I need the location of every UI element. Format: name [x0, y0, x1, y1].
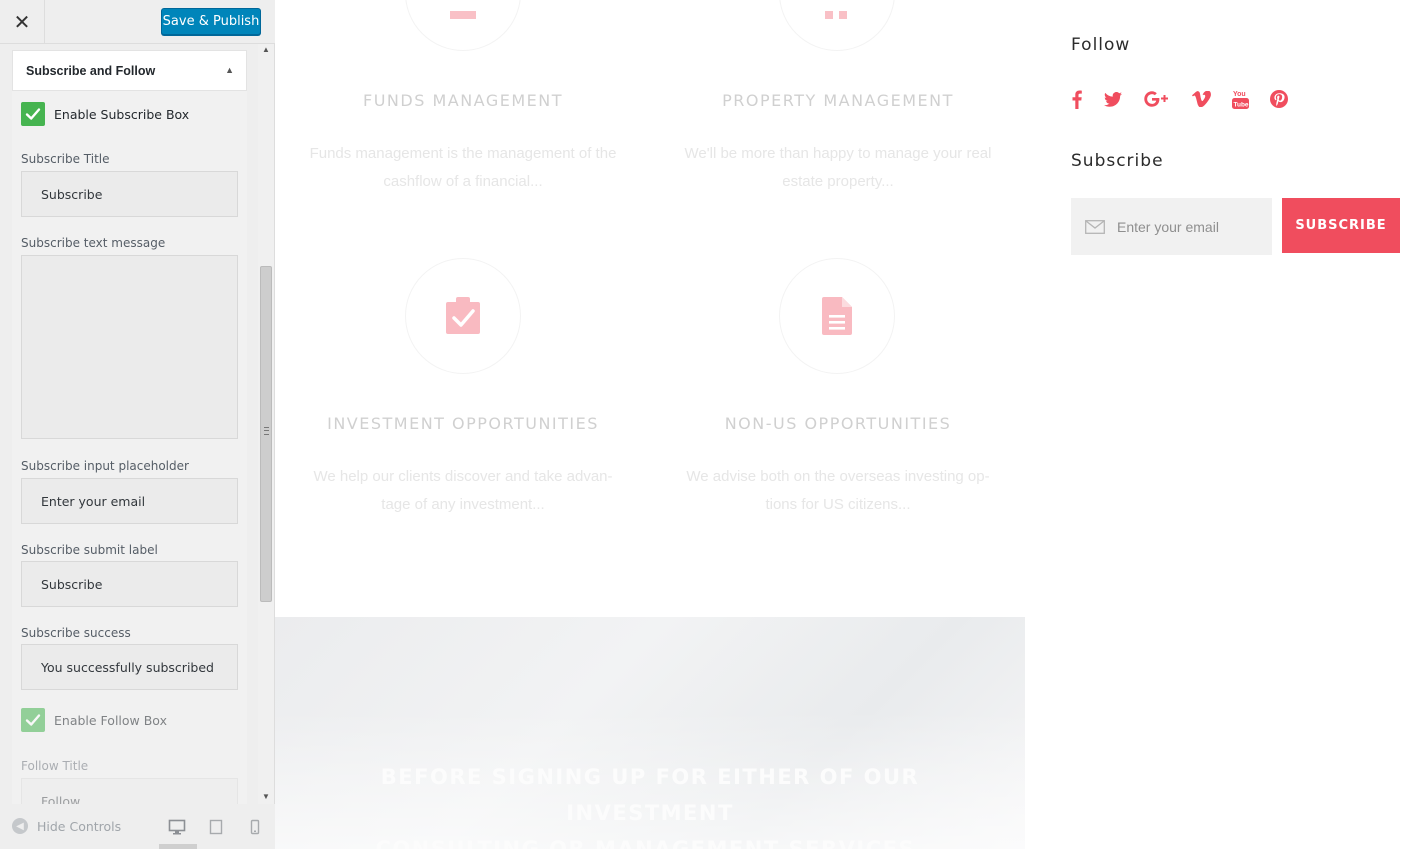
document-icon: [450, 11, 476, 19]
checkmark-icon[interactable]: [21, 708, 45, 732]
service-description: Funds management is the management of th…: [309, 145, 617, 190]
customizer-header: ✕ Save & Publish: [0, 0, 275, 44]
desktop-icon[interactable]: [166, 816, 188, 838]
enable-follow-label: Enable Follow Box: [54, 712, 167, 728]
grip-icon: [264, 427, 269, 435]
enable-subscribe-label: Enable Subscribe Box: [54, 106, 190, 122]
email-input[interactable]: Enter your email: [1071, 198, 1272, 255]
subscribe-title-label: Subscribe Title: [21, 152, 110, 166]
scroll-up-icon[interactable]: ▲: [262, 45, 270, 54]
subscribe-title: Subscribe: [1071, 151, 1164, 171]
service-title: NON-US OPPORTUNITIES: [724, 414, 952, 433]
subscribe-follow-section: Subscribe and Follow ▲ Enable Subscribe …: [12, 50, 247, 804]
success-input[interactable]: [21, 644, 238, 690]
service-title: INVESTMENT OPPORTUNITIES: [327, 414, 599, 433]
pinterest-icon[interactable]: [1269, 88, 1289, 110]
file-text-icon: [822, 297, 852, 335]
customizer-controls: Subscribe and Follow ▲ Enable Subscribe …: [0, 44, 258, 804]
service-title: PROPERTY MANAGEMENT: [722, 91, 954, 110]
hide-controls-button[interactable]: ◀ Hide Controls: [12, 818, 121, 834]
site-preview: FUNDS MANAGEMENT Funds management is the…: [275, 0, 1419, 849]
placeholder-label: Subscribe input placeholder: [21, 459, 189, 473]
subscribe-button[interactable]: SUBSCRIBE: [1282, 198, 1400, 253]
tablet-icon[interactable]: [205, 816, 227, 838]
customizer-panel: ✕ Save & Publish Subscribe and Follow ▲ …: [0, 0, 275, 849]
service-icon-circle: [405, 258, 521, 374]
placeholder-input[interactable]: [21, 478, 238, 524]
service-icon-circle: [779, 258, 895, 374]
customizer-footer: ◀ Hide Controls: [0, 804, 275, 849]
vimeo-icon[interactable]: [1191, 88, 1211, 110]
hide-controls-label: Hide Controls: [37, 818, 122, 834]
active-device-indicator: [159, 844, 197, 849]
save-publish-button[interactable]: Save & Publish: [161, 8, 261, 35]
google-plus-icon[interactable]: [1143, 88, 1169, 110]
building-icon: [825, 11, 847, 19]
service-icon-circle: [779, 0, 895, 51]
service-description: We advise both on the overseas investing…: [686, 468, 990, 513]
twitter-icon[interactable]: [1103, 88, 1123, 110]
close-icon[interactable]: ✕: [0, 0, 45, 44]
follow-title: Follow: [1071, 35, 1131, 55]
section-header[interactable]: Subscribe and Follow ▲: [12, 50, 247, 91]
collapse-arrow-icon[interactable]: ▲: [225, 65, 234, 75]
clipboard-check-icon: [446, 297, 480, 334]
svg-text:Tube: Tube: [1233, 102, 1248, 109]
scroll-down-icon[interactable]: ▼: [262, 792, 270, 801]
enable-subscribe-checkbox[interactable]: Enable Subscribe Box: [21, 102, 189, 126]
envelope-icon: [1085, 219, 1105, 234]
submit-label-label: Subscribe submit label: [21, 543, 158, 557]
section-title: Subscribe and Follow: [26, 63, 156, 78]
subscribe-title-input[interactable]: [21, 171, 238, 217]
email-placeholder: Enter your email: [1117, 218, 1219, 235]
service-icon-circle: [405, 0, 521, 51]
hero-banner: BEFORE SIGNING UP FOR EITHER OF OUR INVE…: [275, 617, 1025, 849]
service-description: We'll be more than happy to manage your …: [684, 145, 992, 190]
banner-heading: BEFORE SIGNING UP FOR EITHER OF OUR INVE…: [375, 765, 925, 849]
enable-follow-checkbox[interactable]: Enable Follow Box: [21, 708, 167, 732]
facebook-icon[interactable]: [1071, 88, 1083, 110]
service-title: FUNDS MANAGEMENT: [363, 91, 563, 110]
follow-title-input[interactable]: [21, 778, 238, 804]
subscribe-text-textarea[interactable]: [21, 255, 238, 439]
customizer-scrollbar[interactable]: ▲ ▼: [258, 44, 274, 804]
follow-title-label: Follow Title: [21, 759, 89, 773]
success-label: Subscribe success: [21, 626, 131, 640]
service-description: We help our clients discover and take ad…: [313, 468, 613, 513]
mobile-icon[interactable]: [244, 816, 266, 838]
subscribe-text-label: Subscribe text message: [21, 236, 166, 250]
submit-label-input[interactable]: [21, 561, 238, 607]
arrow-left-icon: ◀: [12, 818, 28, 834]
checkmark-icon[interactable]: [21, 102, 45, 126]
youtube-icon[interactable]: You Tube: [1231, 88, 1249, 110]
svg-text:You: You: [1233, 91, 1246, 98]
scrollbar-thumb[interactable]: [260, 266, 272, 602]
